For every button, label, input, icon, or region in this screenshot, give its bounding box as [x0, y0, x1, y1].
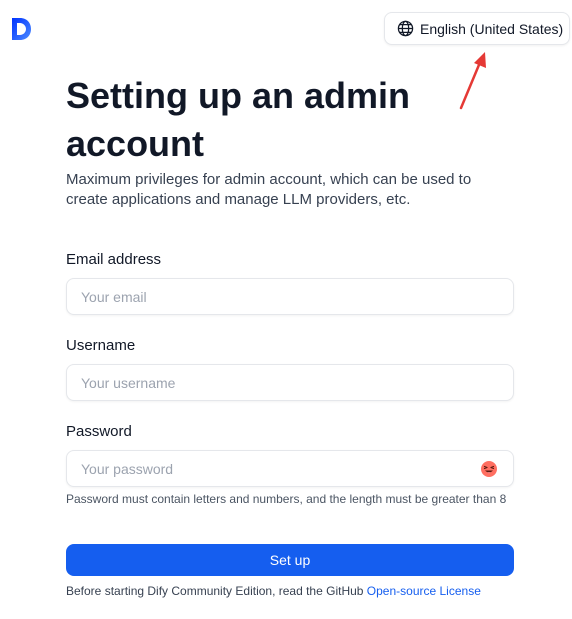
setup-button[interactable]: Set up: [66, 544, 514, 576]
footer-note: Before starting Dify Community Edition, …: [66, 583, 506, 599]
page-title: Setting up an admin account: [66, 75, 411, 164]
password-label: Password: [66, 423, 132, 440]
emoji-face-icon[interactable]: [480, 460, 498, 478]
email-input[interactable]: [66, 278, 514, 315]
license-link[interactable]: Open-source License: [367, 584, 481, 598]
username-label: Username: [66, 337, 136, 354]
globe-icon: [397, 20, 414, 37]
username-input[interactable]: [66, 364, 514, 401]
language-selector[interactable]: English (United States): [384, 12, 570, 45]
language-label: English (United States): [420, 20, 564, 37]
email-label: Email address: [66, 251, 162, 268]
password-input[interactable]: [66, 450, 514, 487]
footer-text: Before starting Dify Community Edition, …: [66, 584, 367, 598]
dify-logo-icon: [12, 18, 31, 40]
page-subtitle: Maximum privileges for admin account, wh…: [66, 171, 472, 208]
password-hint: Password must contain letters and number…: [66, 492, 507, 506]
